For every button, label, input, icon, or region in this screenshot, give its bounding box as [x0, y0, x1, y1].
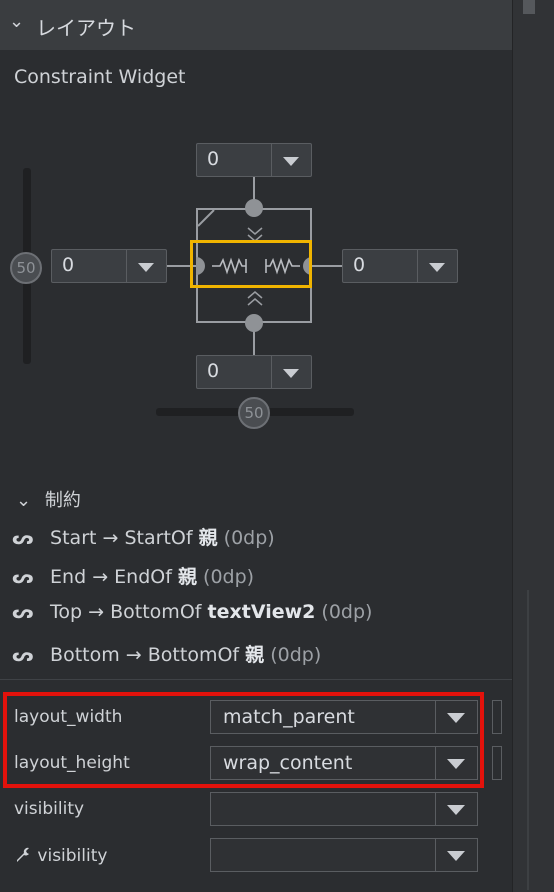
- constraint-icon: ᔕ: [12, 527, 34, 549]
- scrollbar-thumb[interactable]: [523, 0, 535, 14]
- section-divider: [0, 679, 512, 680]
- dropdown-arrow-icon: [447, 805, 465, 815]
- visibility-label: visibility: [14, 799, 85, 819]
- visibility-dropdown[interactable]: [210, 792, 478, 826]
- constraint-icon: ᔕ: [12, 566, 34, 588]
- horizontal-constraint-highlight: [190, 240, 312, 288]
- layout-size-highlight: [3, 692, 484, 788]
- constraint-row[interactable]: ᔕ End → EndOf 親 (0dp): [12, 562, 254, 589]
- attributes-panel: ⌄ レイアウト Constraint Widget 0 0 0 0 50 50: [0, 0, 512, 892]
- layout-section-header[interactable]: ⌄ レイアウト: [0, 0, 512, 50]
- left-margin-dropdown[interactable]: 0: [51, 249, 167, 283]
- left-margin-value: 0: [62, 254, 75, 276]
- top-anchor[interactable]: [245, 199, 263, 217]
- constraint-row[interactable]: ᔕ Bottom → BottomOf 親 (0dp): [12, 640, 321, 667]
- dropdown-arrow-icon: [429, 263, 445, 272]
- dropdown-arrow-icon: [283, 369, 299, 378]
- dropdown-arrow-icon: [138, 263, 154, 272]
- tools-visibility-label: visibility: [14, 845, 107, 866]
- chevron-down-icon: ⌄: [16, 490, 32, 511]
- constraint-icon: ᔕ: [12, 644, 34, 666]
- right-margin-value: 0: [353, 254, 366, 276]
- right-margin-dropdown[interactable]: 0: [342, 249, 458, 283]
- bottom-margin-value: 0: [207, 360, 220, 382]
- dropdown-arrow-icon: [283, 157, 299, 166]
- constraint-row[interactable]: ᔕ Start → StartOf 親 (0dp): [12, 523, 275, 550]
- top-margin-dropdown[interactable]: 0: [196, 143, 312, 177]
- vertical-bias-knob[interactable]: 50: [10, 252, 42, 284]
- constraints-section-header[interactable]: ⌄ 制約: [16, 486, 81, 512]
- bottom-margin-dropdown[interactable]: 0: [196, 355, 312, 389]
- constraint-row[interactable]: ᔕ Top → BottomOf textView2 (0dp): [12, 601, 372, 623]
- tools-visibility-dropdown[interactable]: [210, 838, 478, 872]
- constraints-title: 制約: [44, 490, 81, 511]
- constraint-widget-title: Constraint Widget: [14, 66, 186, 88]
- wrench-icon: [14, 846, 37, 866]
- layout-height-extra-button[interactable]: [492, 746, 502, 780]
- layout-width-extra-button[interactable]: [492, 700, 502, 734]
- dropdown-arrow-icon: [447, 851, 465, 861]
- top-margin-value: 0: [207, 148, 220, 170]
- side-tool-strip: [512, 0, 554, 892]
- section-title: レイアウト: [36, 16, 136, 40]
- constraint-icon: ᔕ: [12, 601, 34, 623]
- bottom-anchor[interactable]: [245, 314, 263, 332]
- chevron-down-icon: ⌄: [9, 11, 25, 32]
- horizontal-bias-knob[interactable]: 50: [238, 397, 270, 429]
